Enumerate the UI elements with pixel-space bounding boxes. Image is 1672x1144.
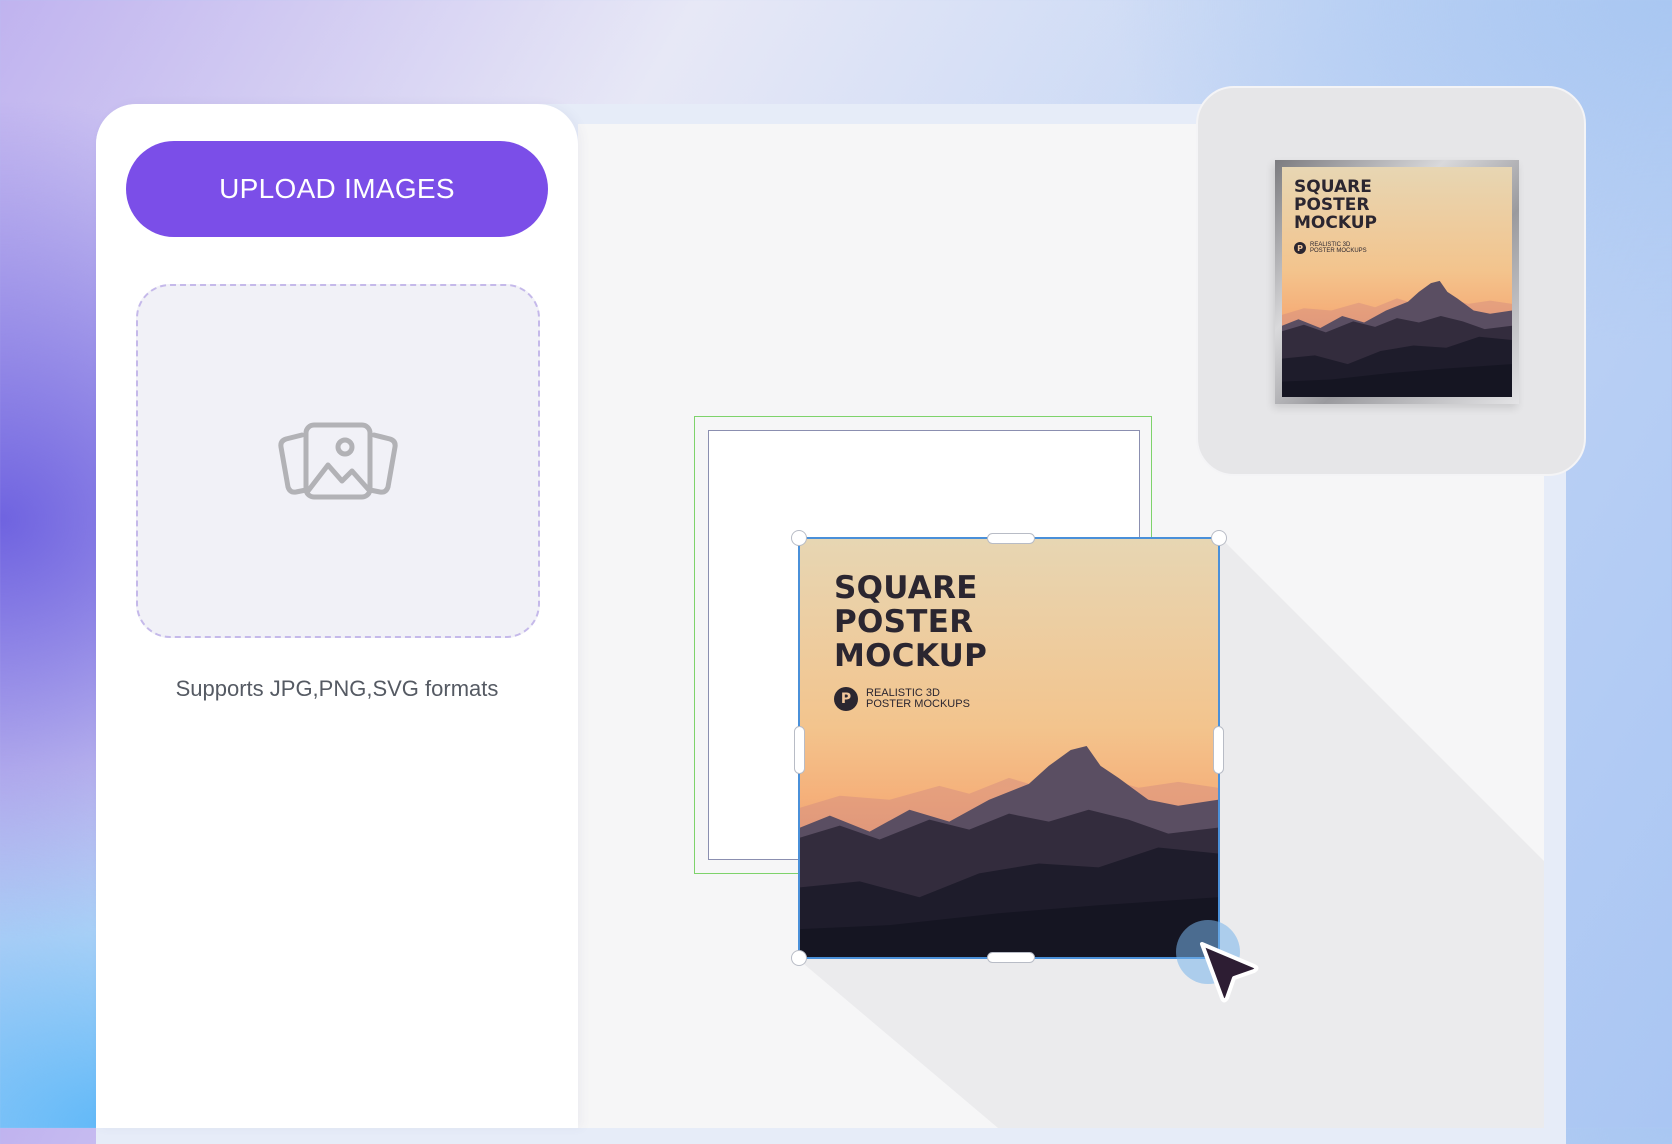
poster-brand: P REALISTIC 3D POSTER MOCKUPS: [834, 687, 970, 711]
resize-handle-right[interactable]: [1213, 726, 1224, 774]
poster-subtitle: REALISTIC 3D POSTER MOCKUPS: [866, 687, 970, 710]
images-icon: [278, 422, 398, 500]
resize-handle-top-left[interactable]: [791, 530, 807, 546]
upload-sidebar: UPLOAD IMAGES Supports JPG,PNG,SVG forma…: [96, 104, 578, 1128]
preview-brand: P REALISTIC 3D POSTER MOCKUPS: [1294, 242, 1367, 254]
resize-handle-top-right[interactable]: [1211, 530, 1227, 546]
preview-poster-title: SQUARE POSTER MOCKUP: [1294, 177, 1377, 233]
image-drop-zone[interactable]: [136, 284, 540, 638]
resize-handle-top[interactable]: [987, 533, 1035, 544]
selected-poster-image[interactable]: SQUARE POSTER MOCKUP P REALISTIC 3D POST…: [791, 530, 1227, 966]
resize-handle-bottom[interactable]: [987, 952, 1035, 963]
preview-poster-subtitle: REALISTIC 3D POSTER MOCKUPS: [1310, 242, 1367, 254]
poster-title: SQUARE POSTER MOCKUP: [834, 570, 988, 674]
resize-handle-bottom-left[interactable]: [791, 950, 807, 966]
framed-poster-preview: SQUARE POSTER MOCKUP P REALISTIC 3D POST…: [1275, 160, 1519, 404]
resize-handle-left[interactable]: [794, 726, 805, 774]
upload-images-button[interactable]: UPLOAD IMAGES: [126, 141, 548, 237]
supported-formats-note: Supports JPG,PNG,SVG formats: [175, 676, 499, 701]
mockup-preview-card[interactable]: SQUARE POSTER MOCKUP P REALISTIC 3D POST…: [1196, 86, 1586, 476]
brand-logo-icon: P: [834, 687, 858, 711]
preview-brand-logo-icon: P: [1294, 242, 1306, 254]
pointer-cursor-icon: [1200, 942, 1259, 1003]
